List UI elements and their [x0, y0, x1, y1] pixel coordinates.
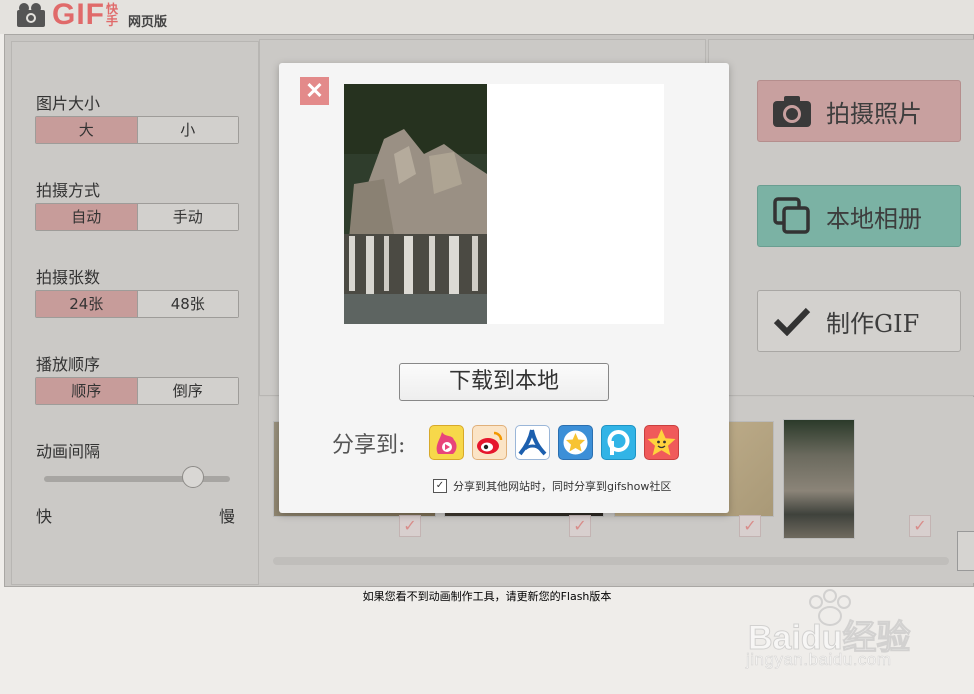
share-dialog: ✕ 下载到本地 分享到: ✓ 分享到其他网站时，同时分享到gifshow社区: [279, 63, 729, 513]
pengyou-icon[interactable]: [601, 425, 636, 460]
order-option-forward[interactable]: 顺序: [36, 378, 137, 404]
gif-preview: [344, 84, 664, 324]
kaixin-icon[interactable]: [644, 425, 679, 460]
interval-label: 动画间隔: [36, 442, 101, 461]
camera-logo-icon: [16, 2, 46, 28]
local-album-label: 本地相册: [826, 204, 922, 233]
interval-slider-handle[interactable]: [182, 466, 204, 488]
album-icon: [770, 194, 814, 238]
count-option-24[interactable]: 24张: [36, 291, 137, 317]
trash-icon[interactable]: [957, 531, 974, 571]
actions-panel: 拍摄照片 本地相册 制作GIF: [708, 39, 974, 396]
size-selector: 大 小: [35, 116, 239, 144]
frame-checkbox[interactable]: ✓: [399, 515, 421, 537]
size-option-small[interactable]: 小: [136, 117, 238, 143]
interval-fast-label: 快: [36, 507, 53, 526]
close-icon[interactable]: ✕: [300, 77, 329, 105]
frames-scrollbar[interactable]: [273, 557, 949, 565]
version-label: 网页版: [128, 14, 168, 30]
size-option-large[interactable]: 大: [36, 117, 137, 143]
make-gif-button[interactable]: 制作GIF: [757, 290, 961, 352]
share-label: 分享到:: [332, 433, 406, 458]
sync-share-checkbox[interactable]: ✓: [433, 479, 447, 493]
settings-panel: 图片大小 大 小 拍摄方式 自动 手动 拍摄张数 24张 48张 播放顺序 顺序…: [11, 41, 259, 585]
mode-option-auto[interactable]: 自动: [36, 204, 137, 230]
kuaishou-icon[interactable]: [429, 425, 464, 460]
sync-share-text: 分享到其他网站时，同时分享到gifshow社区: [453, 480, 672, 493]
local-album-button[interactable]: 本地相册: [757, 185, 961, 247]
weibo-icon[interactable]: [472, 425, 507, 460]
logo-gif-text: GIF: [52, 0, 105, 31]
order-selector: 顺序 倒序: [35, 377, 239, 405]
frame-checkbox[interactable]: ✓: [739, 515, 761, 537]
count-label: 拍摄张数: [36, 268, 101, 287]
app-logo: GIF 快手 网页版: [16, 0, 167, 30]
frame-checkbox[interactable]: ✓: [569, 515, 591, 537]
count-option-48[interactable]: 48张: [136, 291, 238, 317]
mode-label: 拍摄方式: [36, 181, 101, 200]
camera-icon: [770, 89, 814, 133]
frame-checkbox[interactable]: ✓: [909, 515, 931, 537]
order-option-reverse[interactable]: 倒序: [136, 378, 238, 404]
top-bar: GIF 快手 网页版: [0, 0, 974, 34]
frame-thumbnail-selected[interactable]: [783, 419, 855, 539]
size-label: 图片大小: [36, 94, 101, 113]
make-gif-label: 制作GIF: [826, 309, 920, 338]
sync-share-option[interactable]: ✓ 分享到其他网站时，同时分享到gifshow社区: [433, 478, 671, 494]
preview-image: [344, 84, 487, 324]
take-photo-label: 拍摄照片: [826, 99, 922, 128]
take-photo-button[interactable]: 拍摄照片: [757, 80, 961, 142]
renren-icon[interactable]: [515, 425, 550, 460]
order-label: 播放顺序: [36, 355, 101, 374]
checkmark-icon: [770, 299, 814, 343]
logo-brand-text: 快手: [106, 2, 119, 28]
qzone-icon[interactable]: [558, 425, 593, 460]
interval-slow-label: 慢: [219, 507, 236, 526]
watermark-url: jingyan.baidu.com: [746, 650, 892, 670]
mode-selector: 自动 手动: [35, 203, 239, 231]
baidu-watermark: Baidu经验 jingyan.baidu.com: [746, 588, 926, 672]
count-selector: 24张 48张: [35, 290, 239, 318]
download-button[interactable]: 下载到本地: [399, 363, 609, 401]
mode-option-manual[interactable]: 手动: [136, 204, 238, 230]
